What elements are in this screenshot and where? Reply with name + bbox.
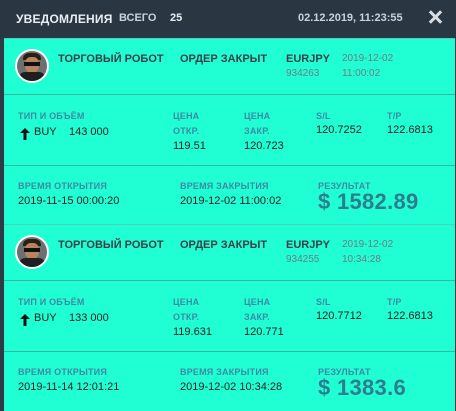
- close-price-label-2: ЗАКР.: [244, 312, 270, 322]
- open-time-label: ВРЕМЯ ОТКРЫТИЯ: [18, 367, 108, 377]
- sl-label: S/L: [316, 297, 331, 307]
- open-price-label: ЦЕНА: [173, 297, 200, 307]
- total-label: ВСЕГО: [119, 12, 157, 24]
- order-id: 934263: [286, 68, 320, 79]
- close-price: 120.771: [244, 326, 284, 338]
- close-time-label: ВРЕМЯ ЗАКРЫТИЯ: [180, 367, 269, 377]
- robot-label: ТОРГОВЫЙ РОБОТ: [58, 53, 164, 65]
- tp-label: T/P: [387, 111, 402, 121]
- close-price-label: ЦЕНА: [244, 297, 271, 307]
- symbol: EURJPY: [286, 53, 331, 65]
- open-price: 119.631: [173, 326, 212, 338]
- notification-card[interactable]: ТОРГОВЫЙ РОБОТ ОРДЕР ЗАКРЫТ EURJPY 93426…: [4, 38, 455, 225]
- close-time-label: ВРЕМЯ ЗАКРЫТИЯ: [180, 181, 269, 191]
- open-price-label-2: ОТКР.: [173, 312, 200, 322]
- arrow-up-icon: [20, 314, 30, 326]
- close-price: 120.723: [244, 140, 284, 152]
- open-price-label-2: ОТКР.: [173, 126, 200, 136]
- result-value: $ 1383.6: [318, 375, 407, 400]
- volume: 143 000: [69, 126, 109, 138]
- notification-card[interactable]: ТОРГОВЫЙ РОБОТ ОРДЕР ЗАКРЫТ EURJPY 93425…: [4, 224, 455, 411]
- robot-label: ТОРГОВЫЙ РОБОТ: [58, 239, 164, 251]
- event-time: 10:34:28: [342, 254, 381, 265]
- header-title: УВЕДОМЛЕНИЯ: [16, 12, 113, 26]
- open-time: 2019-11-14 12:01:21: [18, 381, 120, 393]
- divider: [4, 165, 455, 166]
- result-value: $ 1582.89: [318, 189, 419, 214]
- header-timestamp: 02.12.2019, 11:23:55: [298, 12, 403, 24]
- total-count: 25: [170, 12, 183, 24]
- robot-avatar: [15, 49, 49, 83]
- open-price: 119.51: [173, 140, 206, 152]
- type-volume-label: ТИП И ОБЪЁМ: [18, 297, 85, 307]
- close-price-label-2: ЗАКР.: [244, 126, 270, 136]
- open-price-label: ЦЕНА: [173, 111, 200, 121]
- tp-value: 122.6813: [387, 310, 433, 322]
- arrow-up-icon: [20, 128, 30, 140]
- order-id: 934255: [286, 254, 320, 265]
- close-icon[interactable]: [425, 7, 445, 27]
- sl-label: S/L: [316, 111, 331, 121]
- direction: BUY: [34, 126, 57, 138]
- event-date: 2019-12-02: [342, 53, 394, 64]
- event-time: 11:00:02: [342, 68, 381, 79]
- tp-value: 122.6813: [387, 124, 433, 136]
- symbol: EURJPY: [286, 239, 331, 251]
- sl-value: 120.7252: [316, 124, 362, 136]
- direction: BUY: [34, 312, 57, 324]
- tp-label: T/P: [387, 297, 402, 307]
- close-time: 2019-12-02 11:00:02: [180, 195, 282, 207]
- sl-value: 120.7712: [316, 310, 362, 322]
- divider: [4, 351, 455, 352]
- type-volume-label: ТИП И ОБЪЁМ: [18, 111, 85, 121]
- event-label: ОРДЕР ЗАКРЫТ: [180, 53, 268, 65]
- close-time: 2019-12-02 10:34:28: [180, 381, 283, 393]
- open-time: 2019-11-15 00:00:20: [18, 195, 120, 207]
- volume: 133 000: [69, 312, 109, 324]
- notifications-header: УВЕДОМЛЕНИЯ ВСЕГО 25 02.12.2019, 11:23:5…: [0, 0, 456, 38]
- open-time-label: ВРЕМЯ ОТКРЫТИЯ: [18, 181, 108, 191]
- event-label: ОРДЕР ЗАКРЫТ: [180, 239, 268, 251]
- close-price-label: ЦЕНА: [244, 111, 271, 121]
- divider: [4, 94, 455, 95]
- event-date: 2019-12-02: [342, 239, 394, 250]
- robot-avatar: [15, 235, 49, 269]
- divider: [4, 280, 455, 281]
